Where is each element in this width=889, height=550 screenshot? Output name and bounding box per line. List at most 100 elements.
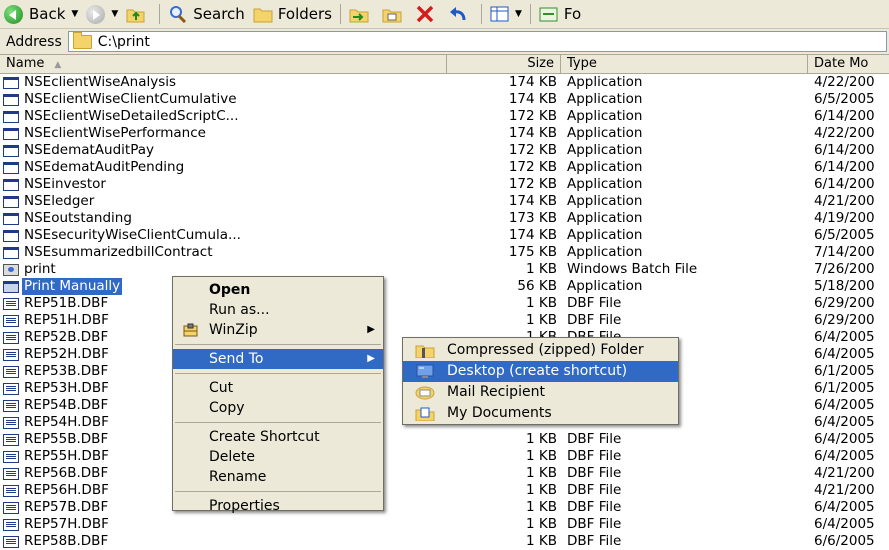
file-type: Application [567,176,643,192]
file-row[interactable]: NSEinvestor 172 KB Application 6/14/200 [0,176,889,193]
file-row[interactable]: REP57H.DBF 1 KB DBF File 6/4/2005 [0,516,889,533]
file-row[interactable]: Print Manually 56 KB Application 5/18/200 [0,278,889,295]
file-row[interactable]: NSEdematAuditPending 172 KB Application 6/1… [0,159,889,176]
file-row[interactable]: NSEclientWiseDetailedScriptC... 172 KB App… [0,108,889,125]
column-header-name[interactable]: Name ▲ [0,55,447,73]
dbf-file-icon [3,297,19,310]
file-name: REP53B.DBF [24,363,109,379]
submenu-arrow-icon: ▶ [367,324,375,335]
zip-folder-icon [415,345,435,358]
menu-item-send-to[interactable]: Send To ▶ [173,349,383,369]
file-name-cell: NSEdematAuditPending [0,159,447,176]
file-name: REP51B.DBF [24,295,109,311]
menu-item-label: Create Shortcut [209,429,320,445]
file-row[interactable]: print 1 KB Windows Batch File 7/26/200 [0,261,889,278]
file-row[interactable]: REP55H.DBF 1 KB DBF File 6/4/2005 [0,448,889,465]
file-row[interactable]: REP51B.DBF 1 KB DBF File 6/29/200 [0,295,889,312]
search-button[interactable]: Search [164,0,249,28]
file-row[interactable]: NSEsummarizedbillContract 175 KB Applicati… [0,244,889,261]
file-size: 174 KB [508,125,557,141]
file-row[interactable]: REP55B.DBF 1 KB DBF File 6/4/2005 [0,431,889,448]
column-header-size[interactable]: Size [447,55,561,73]
file-type: DBF File [567,431,622,447]
menu-item-properties[interactable]: Properties [173,496,383,516]
folders-button[interactable]: Folders [249,0,336,28]
up-folder-button[interactable] [122,0,155,28]
undo-button[interactable] [444,0,477,28]
file-type: Application [567,91,643,107]
folder-options-button[interactable]: Fo [535,0,585,28]
dbf-file-icon [3,399,19,412]
menu-item-cut[interactable]: Cut [173,378,383,398]
column-header-date[interactable]: Date Mo [808,55,889,73]
menu-item-delete[interactable]: Delete [173,447,383,467]
dbf-file-icon [3,535,19,548]
file-row[interactable]: REP58B.DBF 1 KB DBF File 6/6/2005 [0,533,889,550]
menu-item-create-shortcut[interactable]: Create Shortcut [173,427,383,447]
file-size: 175 KB [508,244,557,260]
file-date: 6/29/200 [814,312,875,328]
file-name: NSEoutstanding [24,210,132,226]
column-header-type[interactable]: Type [561,55,808,73]
delete-button[interactable] [411,0,444,28]
file-row[interactable]: NSEclientWiseAnalysis 174 KB Application 4/… [0,74,889,91]
undo-arrow-icon [449,7,466,21]
file-name: NSEclientWiseClientCumulative [24,91,237,107]
move-to-button[interactable] [345,0,378,28]
file-size: 1 KB [526,448,557,464]
file-type: DBF File [567,448,622,464]
chevron-down-icon[interactable]: ▼ [111,9,118,19]
file-name-cell: NSEsecurityWiseClientCumula... [0,227,447,244]
file-name: REP54B.DBF [24,397,109,413]
file-size: 1 KB [526,499,557,515]
toolbar-separator [339,4,341,24]
folder-options-icon [539,7,558,22]
file-name: NSEclientWiseAnalysis [24,74,177,90]
file-type: Application [567,278,643,294]
menu-item-rename[interactable]: Rename [173,467,383,487]
chevron-down-icon[interactable]: ▼ [515,9,522,19]
file-row[interactable]: NSEdematAuditPay 172 KB Application 6/14/20… [0,142,889,159]
address-input[interactable]: C:\print [67,31,887,52]
file-type: DBF File [567,533,622,549]
send-to-item-my-documents[interactable]: My Documents [403,403,678,424]
forward-button[interactable]: ▼ [82,0,122,28]
menu-item-open[interactable]: Open [173,280,383,300]
file-date: 5/18/200 [814,278,875,294]
menu-item-copy[interactable]: Copy [173,398,383,418]
send-to-item-mail-recipient[interactable]: Mail Recipient [403,382,678,403]
views-icon [490,6,509,22]
menu-item-winzip[interactable]: WinZip ▶ [173,320,383,340]
file-row[interactable]: NSEsecurityWiseClientCumula... 174 KB Appl… [0,227,889,244]
file-row[interactable]: REP57B.DBF 1 KB DBF File 6/4/2005 [0,499,889,516]
menu-item-label: WinZip [209,322,258,338]
file-name: Print Manually [22,278,123,295]
application-icon [3,212,19,225]
send-to-item-compressed-zipped-folder[interactable]: Compressed (zipped) Folder [403,340,678,361]
file-row[interactable]: REP56B.DBF 1 KB DBF File 4/21/200 [0,465,889,482]
file-row[interactable]: NSEledger 174 KB Application 4/21/200 [0,193,889,210]
file-row[interactable]: REP56H.DBF 1 KB DBF File 4/21/200 [0,482,889,499]
file-name: NSEclientWisePerformance [24,125,206,141]
application-icon [3,246,19,259]
file-name: REP52B.DBF [24,329,109,345]
file-row[interactable]: NSEclientWisePerformance 174 KB Applicatio… [0,125,889,142]
menu-item-run-as[interactable]: Run as... [173,300,383,320]
back-button[interactable]: Back ▼ [0,0,82,28]
toolbar-separator [480,4,482,24]
file-row[interactable]: NSEclientWiseClientCumulative 174 KB Appli… [0,91,889,108]
desktop-icon [416,364,434,378]
chevron-down-icon[interactable]: ▼ [71,9,78,19]
send-to-submenu: Compressed (zipped) Folder Desktop (creat… [402,337,679,425]
copy-to-button[interactable] [378,0,411,28]
file-type: Application [567,227,643,243]
file-date: 6/4/2005 [814,499,875,515]
file-row[interactable]: NSEoutstanding 173 KB Application 4/19/200 [0,210,889,227]
file-row[interactable]: REP51H.DBF 1 KB DBF File 6/29/200 [0,312,889,329]
file-size: 1 KB [526,465,557,481]
application-icon [3,144,19,157]
toolbar-separator [159,4,161,24]
application-icon [3,76,19,89]
views-button[interactable]: ▼ [486,0,526,28]
send-to-item-desktop-create-shortcut[interactable]: Desktop (create shortcut) [403,361,678,382]
